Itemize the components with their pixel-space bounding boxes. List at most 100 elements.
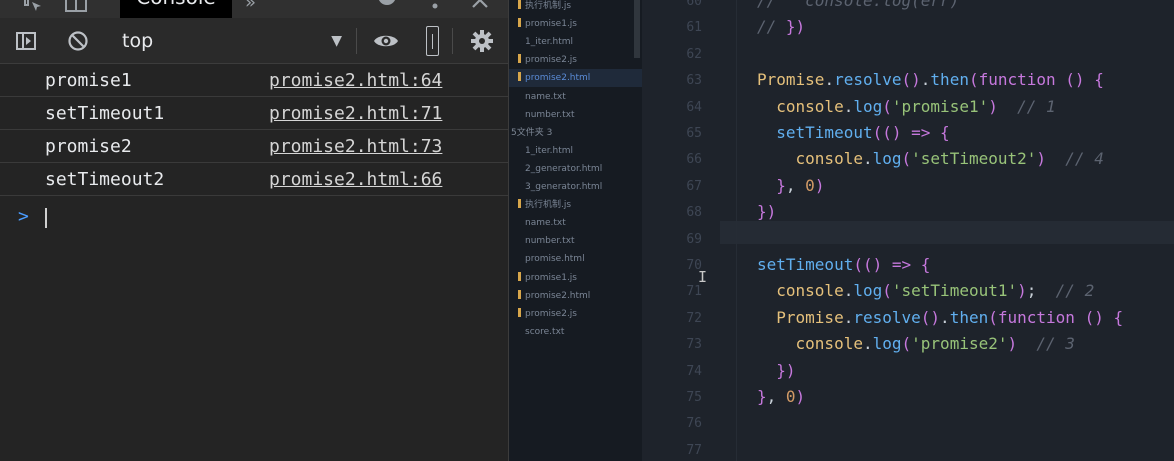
sidebar-file-item[interactable]: promise2.html (509, 287, 642, 305)
settings-gear-icon[interactable] (375, 0, 399, 16)
sidebar-file-item[interactable]: promise2.js (509, 305, 642, 323)
code-token: // 3 (1036, 334, 1075, 354)
code-token: . (940, 307, 950, 327)
clear-console-icon[interactable] (60, 18, 96, 64)
code-token: ( (968, 70, 979, 90)
code-editor[interactable]: 60 61 62 63 64 65 66 67 68 69 70 71 72 73 74 75 76 77 // … (642, 0, 1174, 461)
code-line: }) (757, 202, 776, 221)
line-number: 60 (686, 0, 702, 9)
text-cursor (45, 208, 47, 228)
sidebar-file-label: score.txt (525, 326, 565, 337)
code-token: resolve (853, 307, 921, 327)
sidebar-file-label: 执行机制.js (525, 200, 572, 211)
code-token: }) (757, 202, 777, 222)
tab-console[interactable]: Console (120, 0, 232, 18)
sidebar-file-item[interactable]: number.txt (509, 106, 642, 124)
console-source-link[interactable]: promise2.html:64 (269, 70, 442, 91)
sidebar-file-item[interactable]: 1_iter.html (509, 33, 642, 51)
code-line: setTimeout(() => { (757, 123, 950, 142)
close-devtools-icon[interactable] (470, 0, 490, 16)
code-token: then (949, 307, 989, 327)
line-number: 64 (686, 99, 702, 115)
code-token: // (757, 17, 786, 37)
show-sidebar-icon[interactable] (8, 18, 44, 64)
sidebar-file-item[interactable]: 3_generator.html (509, 178, 642, 196)
sidebar-file-item[interactable]: promise2.js (509, 51, 642, 69)
sidebar-file-label: name.txt (525, 218, 566, 229)
toolbar-divider (452, 28, 453, 54)
context-selector[interactable]: top ▼ (112, 18, 352, 64)
code-token: console (795, 149, 863, 169)
code-line: console.log('setTimeout2') // 4 (757, 149, 1104, 168)
kebab-menu-icon[interactable] (432, 0, 438, 16)
code-token: // console.log(err) (757, 0, 960, 10)
console-prompt[interactable]: > (0, 200, 508, 234)
sidebar-file-label: number.txt (525, 109, 575, 120)
sidebar-file-item[interactable]: promise1.js (509, 269, 642, 287)
console-source-link[interactable]: promise2.html:66 (269, 169, 442, 190)
sidebar-file-item[interactable]: promise.html (509, 250, 642, 268)
sidebar-scrollbar[interactable] (634, 0, 640, 58)
code-token: ; (1026, 281, 1056, 301)
sidebar-file-item[interactable]: name.txt (509, 88, 642, 106)
device-toolbar-icon[interactable] (64, 0, 88, 16)
js-file-icon (518, 307, 521, 317)
sidebar-file-item[interactable]: 执行机制.js (509, 196, 642, 214)
js-file-icon (518, 289, 521, 299)
console-message-row: promise1 promise2.html:64 (0, 64, 508, 97)
code-token: (() => { (872, 123, 950, 142)
code-token: ) (1017, 281, 1027, 301)
line-number: 76 (686, 416, 702, 432)
line-number: 68 (686, 205, 702, 221)
js-file-icon (518, 54, 521, 64)
line-number: 66 (686, 152, 702, 168)
console-source-link[interactable]: promise2.html:73 (269, 136, 442, 157)
sidebar-file-item[interactable]: promise2.html (509, 69, 642, 88)
line-number: 71 (686, 284, 702, 300)
console-message-text: promise1 (45, 70, 132, 91)
code-token: () (920, 307, 941, 327)
sidebar-file-label: promise2.js (525, 308, 577, 319)
code-token: }) (776, 360, 796, 380)
console-message-row: promise2 promise2.html:73 (0, 130, 508, 163)
sidebar-file-item[interactable]: name.txt (509, 214, 642, 232)
console-source-link[interactable]: promise2.html:71 (269, 103, 442, 124)
sidebar-file-item[interactable]: number.txt (509, 232, 642, 250)
devtools-tab-bar: Console » (0, 0, 508, 18)
line-number: 73 (686, 337, 702, 353)
code-line: console.log('setTimeout1'); // 2 (757, 281, 1094, 300)
code-token: ( (988, 307, 998, 327)
code-token: console (776, 281, 844, 301)
sidebar-file-label: name.txt (525, 91, 566, 102)
sidebar-folder[interactable]: 5文件夹 3 (509, 124, 642, 142)
sidebar-file-item[interactable]: 执行机制.js (509, 0, 642, 15)
file-explorer: 执行机制.js promise1.js 1_iter.html promise2.js… (509, 0, 642, 461)
js-file-icon (518, 18, 521, 28)
line-number: 74 (686, 363, 702, 379)
code-line: // }) (757, 17, 805, 36)
code-token: ( (882, 281, 892, 301)
live-expression-eye-icon[interactable] (366, 18, 406, 64)
sidebar-file-item[interactable]: score.txt (509, 323, 642, 341)
more-tabs-icon[interactable]: » (245, 0, 256, 16)
code-token: . (862, 334, 873, 354)
sidebar-file-item[interactable]: 1_iter.html (509, 142, 642, 160)
console-message-text: setTimeout1 (45, 103, 165, 124)
code-token: 0 (785, 387, 796, 406)
console-settings-gear-icon[interactable] (462, 18, 502, 64)
sidebar-file-item[interactable]: promise1.js (509, 15, 642, 33)
code-token: log (853, 96, 883, 116)
sidebar-file-label: promise1.js (525, 19, 577, 30)
inspect-element-icon[interactable] (22, 0, 44, 16)
code-line: setTimeout(() => { (757, 255, 930, 274)
code-token: . (862, 149, 873, 169)
sidebar-file-item[interactable]: 2_generator.html (509, 160, 642, 178)
code-token: function (978, 70, 1056, 90)
code-line: // console.log(err) (757, 0, 959, 10)
code-token: then (930, 70, 969, 90)
filter-input[interactable] (422, 18, 442, 64)
